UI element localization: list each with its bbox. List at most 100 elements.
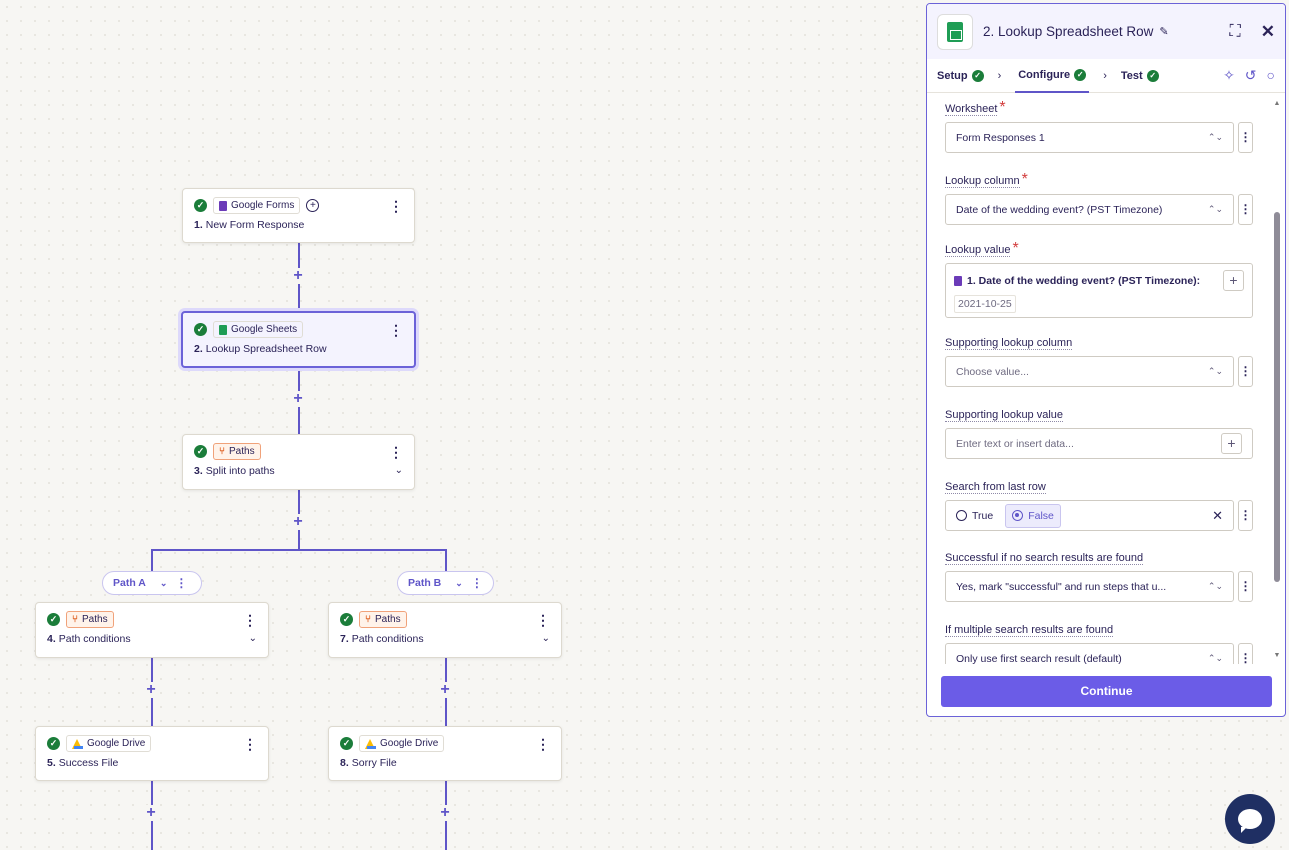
scrollbar[interactable]: ▲ ▼: [1273, 100, 1281, 662]
clear-icon[interactable]: ✕: [1212, 508, 1223, 524]
app-badge: Google Sheets: [213, 321, 304, 338]
lookup-column-field: Lookup column * Date of the wedding event…: [945, 171, 1253, 225]
success-check-icon: ✓: [340, 613, 353, 626]
chevron-down-icon[interactable]: ⌄: [249, 633, 257, 645]
more-options-icon[interactable]: ⋮: [389, 323, 403, 337]
success-check-icon: ✓: [47, 737, 60, 750]
add-step-button[interactable]: +: [143, 805, 159, 821]
field-options-button[interactable]: ⋮: [1238, 122, 1253, 153]
chevron-down-icon[interactable]: ⌄: [542, 633, 550, 645]
radio-false[interactable]: False: [1005, 503, 1061, 528]
field-options-button[interactable]: ⋮: [1238, 500, 1253, 531]
lookup-column-select[interactable]: Date of the wedding event? (PST Timezone…: [945, 194, 1234, 225]
multiple-results-field: If multiple search results are found Onl…: [945, 620, 1253, 664]
sample-value: 2021-10-25: [954, 295, 1016, 313]
add-step-button[interactable]: +: [437, 805, 453, 821]
step-title: Sorry File: [351, 757, 397, 769]
field-options-button[interactable]: ⋮: [1238, 356, 1253, 387]
worksheet-field: Worksheet * Form Responses 1 ⌃⌄ ⋮: [945, 99, 1253, 153]
step-title: Success File: [58, 757, 119, 769]
more-options-icon[interactable]: ⋮: [243, 737, 257, 751]
scroll-down-arrow-icon[interactable]: ▼: [1273, 652, 1281, 659]
step-node-1[interactable]: ✓ Google Forms + ⋮ 1. New Form Response: [182, 188, 415, 243]
insert-data-button[interactable]: +: [1221, 433, 1242, 454]
path-b-pill[interactable]: Path B ⌄ ⋮: [397, 571, 494, 595]
edit-pencil-icon[interactable]: ✎: [1159, 25, 1168, 38]
lookup-value-input[interactable]: 1. Date of the wedding event? (PST Timez…: [945, 263, 1253, 318]
updown-icon: ⌃⌄: [1207, 204, 1223, 214]
connector: [151, 549, 153, 571]
chat-support-button[interactable]: [1225, 794, 1275, 844]
google-drive-icon: [365, 738, 376, 749]
step-node-2[interactable]: ✓ Google Sheets ⋮ 2. Lookup Spreadsheet R…: [181, 311, 416, 368]
insert-data-button[interactable]: +: [1223, 270, 1244, 291]
more-options-icon[interactable]: ⋮: [389, 445, 403, 459]
tab-setup[interactable]: Setup ✓: [937, 59, 984, 93]
step-node-8[interactable]: ✓ Google Drive ⋮ 8. Sorry File: [328, 726, 562, 781]
app-badge: Google Drive: [359, 735, 445, 752]
comment-icon[interactable]: ○: [1267, 67, 1275, 84]
undo-icon[interactable]: ↺: [1245, 67, 1257, 84]
chevron-down-icon[interactable]: ⌄: [455, 578, 463, 589]
radio-true[interactable]: True: [950, 505, 999, 527]
updown-icon: ⌃⌄: [1207, 132, 1223, 142]
search-last-row-radio-group: True False ✕: [945, 500, 1234, 531]
configure-form: Worksheet * Form Responses 1 ⌃⌄ ⋮ Lookup c…: [927, 94, 1272, 664]
worksheet-select[interactable]: Form Responses 1 ⌃⌄: [945, 122, 1234, 153]
google-sheets-logo: [937, 13, 973, 50]
app-badge: Google Drive: [66, 735, 152, 752]
multiple-results-select[interactable]: Only use first search result (default) ⌃⌄: [945, 643, 1234, 664]
step-number: 5.: [47, 757, 56, 769]
add-step-button[interactable]: +: [290, 514, 306, 530]
lookup-value-field: Lookup value * 1. Date of the wedding eve…: [945, 240, 1253, 318]
step-editor-panel: 2. Lookup Spreadsheet Row ✎ ⛶ ✕ Setup ✓ ›…: [926, 3, 1286, 717]
field-options-button[interactable]: ⋮: [1238, 643, 1253, 664]
more-options-icon[interactable]: ⋮: [243, 613, 257, 627]
updown-icon: ⌃⌄: [1207, 581, 1223, 591]
supporting-column-select[interactable]: Choose value... ⌃⌄: [945, 356, 1234, 387]
panel-tabs: Setup ✓ › Configure ✓ › Test ✓ ✧ ↺ ○: [927, 59, 1285, 93]
ai-sparkle-icon[interactable]: ✧: [1223, 67, 1235, 84]
field-options-button[interactable]: ⋮: [1238, 571, 1253, 602]
expand-icon[interactable]: ⛶: [1230, 23, 1241, 41]
add-step-button[interactable]: +: [437, 682, 453, 698]
google-drive-icon: [72, 738, 83, 749]
path-a-pill[interactable]: Path A ⌄ ⋮: [102, 571, 202, 595]
continue-button[interactable]: Continue: [941, 676, 1272, 707]
more-options-icon[interactable]: ⋮: [389, 199, 403, 213]
chevron-down-icon[interactable]: ⌄: [395, 465, 403, 477]
more-options-icon[interactable]: ⋮: [471, 576, 483, 590]
add-step-button[interactable]: +: [143, 682, 159, 698]
updown-icon: ⌃⌄: [1207, 653, 1223, 663]
add-step-button[interactable]: +: [290, 391, 306, 407]
successful-if-none-select[interactable]: Yes, mark "successful" and run steps tha…: [945, 571, 1234, 602]
step-title: Path conditions: [351, 633, 424, 645]
google-forms-icon: [954, 275, 962, 286]
step-node-4[interactable]: ✓ ⑂ Paths ⋮ 4. Path conditions ⌄: [35, 602, 269, 658]
more-options-icon[interactable]: ⋮: [175, 576, 187, 590]
supporting-value-input[interactable]: Enter text or insert data... +: [945, 428, 1253, 459]
step-node-3[interactable]: ✓ ⑂ Paths ⋮ 3. Split into paths ⌄: [182, 434, 415, 490]
step-node-5[interactable]: ✓ Google Drive ⋮ 5. Success File: [35, 726, 269, 781]
mapped-field-chip[interactable]: 1. Date of the wedding event? (PST Timez…: [954, 275, 1200, 287]
tab-configure[interactable]: Configure ✓: [1015, 59, 1090, 93]
step-number: 3.: [194, 465, 203, 477]
panel-header: 2. Lookup Spreadsheet Row ✎ ⛶ ✕: [927, 4, 1285, 59]
add-circle-icon[interactable]: +: [306, 199, 320, 212]
tab-test[interactable]: Test ✓: [1121, 59, 1159, 93]
connector: [445, 549, 447, 571]
more-options-icon[interactable]: ⋮: [536, 737, 550, 751]
more-options-icon[interactable]: ⋮: [536, 613, 550, 627]
field-options-button[interactable]: ⋮: [1238, 194, 1253, 225]
paths-icon: ⑂: [365, 614, 371, 625]
step-title: Split into paths: [205, 465, 275, 477]
close-icon[interactable]: ✕: [1261, 22, 1275, 42]
step-number: 8.: [340, 757, 349, 769]
chevron-right-icon: ›: [1103, 69, 1107, 82]
scroll-up-arrow-icon[interactable]: ▲: [1273, 100, 1281, 107]
chevron-down-icon[interactable]: ⌄: [160, 578, 168, 589]
step-node-7[interactable]: ✓ ⑂ Paths ⋮ 7. Path conditions ⌄: [328, 602, 562, 658]
panel-title[interactable]: 2. Lookup Spreadsheet Row: [983, 24, 1153, 39]
scrollbar-thumb[interactable]: [1274, 212, 1280, 582]
add-step-button[interactable]: +: [290, 268, 306, 284]
